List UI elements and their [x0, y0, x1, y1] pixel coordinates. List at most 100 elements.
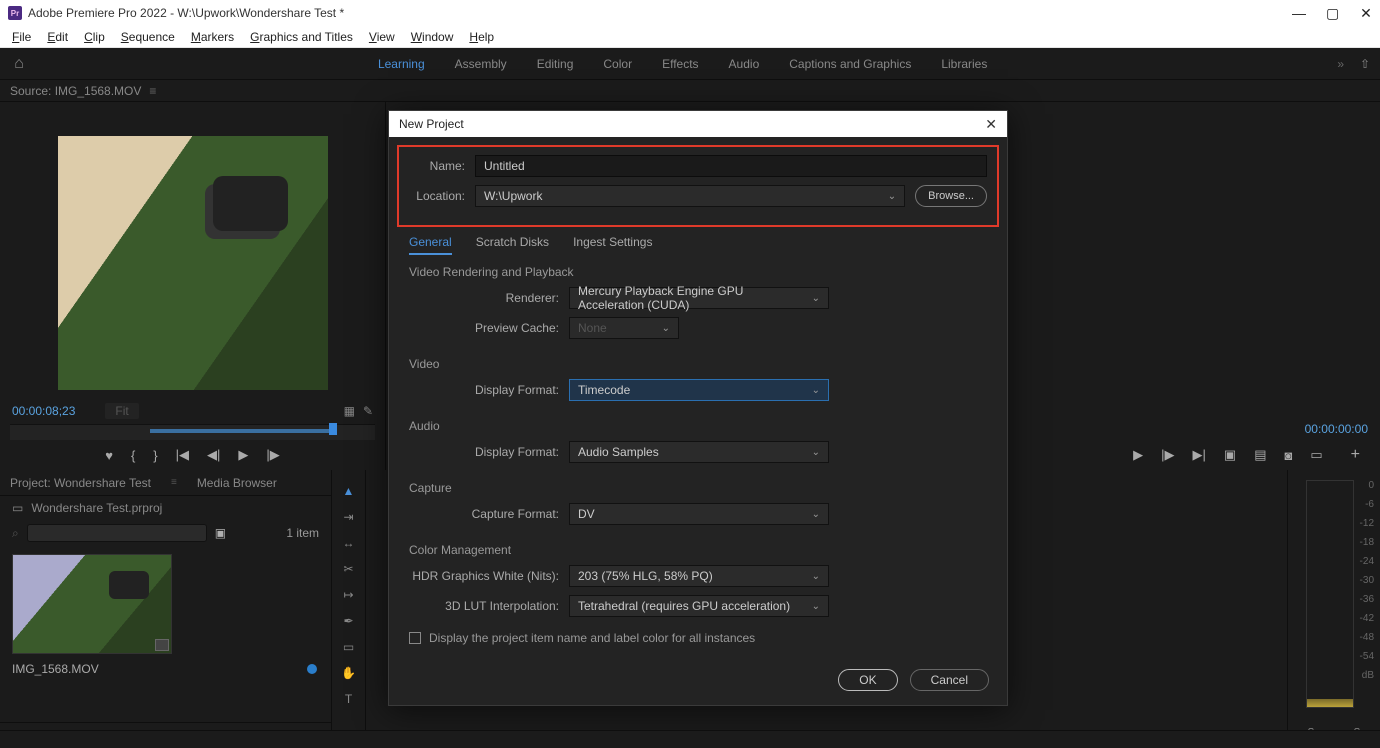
- capture-format-dropdown[interactable]: DV⌄: [569, 503, 829, 525]
- lut-interpolation-dropdown[interactable]: Tetrahedral (requires GPU acceleration)⌄: [569, 595, 829, 617]
- section-video-header: Video: [409, 357, 987, 371]
- app-logo-icon: Pr: [8, 6, 22, 20]
- chevron-down-icon: ⌄: [812, 385, 820, 396]
- razor-tool-icon[interactable]: ✂: [343, 562, 353, 576]
- workspace-tab-color[interactable]: Color: [603, 57, 632, 71]
- workspace-tab-effects[interactable]: Effects: [662, 57, 698, 71]
- menu-markers[interactable]: Markers: [185, 28, 240, 46]
- prg-export-frame-icon[interactable]: ◙: [1285, 448, 1293, 463]
- prg-button-editor-icon[interactable]: +: [1351, 446, 1360, 464]
- selection-tool-icon[interactable]: ▲: [343, 484, 355, 498]
- location-label: Location:: [409, 189, 465, 203]
- meter-tick: dB: [1362, 670, 1374, 681]
- workspace-overflow-icon[interactable]: »: [1331, 57, 1350, 71]
- video-display-format-dropdown[interactable]: Timecode⌄: [569, 379, 829, 401]
- menu-edit[interactable]: Edit: [41, 28, 74, 46]
- menu-window[interactable]: Window: [405, 28, 460, 46]
- project-search-input[interactable]: [27, 524, 207, 542]
- renderer-dropdown[interactable]: Mercury Playback Engine GPU Acceleration…: [569, 287, 829, 309]
- source-preview[interactable]: [58, 136, 328, 390]
- filter-bin-icon[interactable]: ▣: [215, 526, 226, 540]
- project-location-dropdown[interactable]: W:\Upwork⌄: [475, 185, 905, 207]
- hdr-white-dropdown[interactable]: 203 (75% HLG, 58% PQ)⌄: [569, 565, 829, 587]
- tab-media-browser[interactable]: Media Browser: [197, 476, 277, 490]
- maximize-button[interactable]: ▢: [1326, 5, 1338, 22]
- workspace-tab-learning[interactable]: Learning: [378, 57, 425, 71]
- program-timecode[interactable]: 00:00:00:00: [1305, 422, 1368, 436]
- search-icon[interactable]: ⌕: [12, 526, 19, 541]
- prg-compare-icon[interactable]: ▭: [1310, 447, 1322, 463]
- meter-tick: -12: [1360, 518, 1374, 529]
- mark-out-icon[interactable]: }: [153, 448, 157, 463]
- home-icon[interactable]: ⌂: [4, 55, 34, 73]
- browse-button[interactable]: Browse...: [915, 185, 987, 207]
- pen-tool-icon[interactable]: ✒: [343, 614, 353, 628]
- workspace-tab-libraries[interactable]: Libraries: [941, 57, 987, 71]
- prg-play-icon[interactable]: ▶: [1133, 447, 1143, 463]
- display-item-name-checkbox[interactable]: [409, 632, 421, 644]
- chevron-down-icon: ⌄: [812, 447, 820, 458]
- source-timecode[interactable]: 00:00:08;23: [12, 404, 75, 418]
- step-back-icon[interactable]: ◀|: [207, 447, 220, 463]
- source-monitor: 00:00:08;23 Fit ▦ ✎ ♥ { } |◀ ◀| ▶ |▶: [0, 102, 386, 470]
- cancel-button[interactable]: Cancel: [910, 669, 989, 691]
- tab-project-menu-icon[interactable]: ≡: [171, 477, 177, 488]
- menu-view[interactable]: View: [363, 28, 401, 46]
- clip-thumbnail[interactable]: [12, 554, 172, 654]
- ripple-tool-icon[interactable]: ↔: [343, 536, 355, 550]
- ok-button[interactable]: OK: [838, 669, 897, 691]
- hand-tool-icon[interactable]: ✋: [341, 666, 356, 680]
- chevron-down-icon: ⌄: [888, 191, 896, 202]
- menu-graphics[interactable]: Graphics and Titles: [244, 28, 359, 46]
- tab-scratch-disks[interactable]: Scratch Disks: [476, 235, 549, 255]
- menu-sequence[interactable]: Sequence: [115, 28, 181, 46]
- project-name-input[interactable]: Untitled: [475, 155, 987, 177]
- prg-extract-icon[interactable]: ▤: [1254, 447, 1266, 463]
- source-timeline-ruler[interactable]: [10, 424, 375, 440]
- source-panel-menu-icon[interactable]: ≡: [149, 84, 156, 98]
- source-wrench-icon[interactable]: ✎: [363, 404, 373, 418]
- audio-display-format-dropdown[interactable]: Audio Samples⌄: [569, 441, 829, 463]
- source-panel-title: Source: IMG_1568.MOV: [10, 84, 141, 98]
- dialog-close-icon[interactable]: ✕: [985, 116, 997, 133]
- audio-df-label: Display Format:: [409, 445, 559, 459]
- workspace-tab-assembly[interactable]: Assembly: [455, 57, 507, 71]
- mark-in-icon[interactable]: {: [131, 448, 135, 463]
- slip-tool-icon[interactable]: ↦: [343, 588, 353, 602]
- source-zoom-fit[interactable]: Fit: [105, 403, 138, 419]
- go-to-in-icon[interactable]: |◀: [176, 447, 189, 463]
- close-window-button[interactable]: ✕: [1360, 5, 1372, 22]
- workspace-tab-audio[interactable]: Audio: [729, 57, 760, 71]
- clip-label-color[interactable]: [307, 664, 317, 674]
- display-item-name-label: Display the project item name and label …: [429, 631, 755, 645]
- clip-name[interactable]: IMG_1568.MOV: [12, 662, 99, 676]
- menu-file[interactable]: File: [6, 28, 37, 46]
- dialog-title: New Project: [399, 117, 464, 131]
- type-tool-icon[interactable]: T: [345, 692, 352, 706]
- menu-clip[interactable]: Clip: [78, 28, 111, 46]
- tab-ingest-settings[interactable]: Ingest Settings: [573, 235, 652, 255]
- workspace-tab-editing[interactable]: Editing: [537, 57, 574, 71]
- capture-format-label: Capture Format:: [409, 507, 559, 521]
- track-select-tool-icon[interactable]: ⇥: [343, 510, 353, 524]
- share-icon[interactable]: ⇧: [1350, 57, 1380, 71]
- marker-icon[interactable]: ♥: [105, 448, 113, 463]
- menubar: File Edit Clip Sequence Markers Graphics…: [0, 26, 1380, 48]
- meter-tick: -36: [1360, 594, 1374, 605]
- meter-tick: -18: [1360, 537, 1374, 548]
- prg-goto-out-icon[interactable]: ▶|: [1193, 447, 1206, 463]
- workspace-tab-captions[interactable]: Captions and Graphics: [789, 57, 911, 71]
- prg-lift-icon[interactable]: ▣: [1224, 447, 1236, 463]
- section-color-header: Color Management: [409, 543, 987, 557]
- tab-general[interactable]: General: [409, 235, 452, 255]
- prg-step-fwd-icon[interactable]: |▶: [1161, 447, 1174, 463]
- tab-project[interactable]: Project: Wondershare Test: [10, 476, 151, 490]
- window-title: Adobe Premiere Pro 2022 - W:\Upwork\Wond…: [28, 6, 344, 20]
- step-fwd-icon[interactable]: |▶: [266, 447, 279, 463]
- play-icon[interactable]: ▶: [238, 447, 248, 463]
- menu-help[interactable]: Help: [463, 28, 500, 46]
- name-label: Name:: [409, 159, 465, 173]
- source-settings-icon[interactable]: ▦: [344, 404, 355, 418]
- rectangle-tool-icon[interactable]: ▭: [343, 640, 354, 654]
- minimize-button[interactable]: —: [1292, 5, 1304, 22]
